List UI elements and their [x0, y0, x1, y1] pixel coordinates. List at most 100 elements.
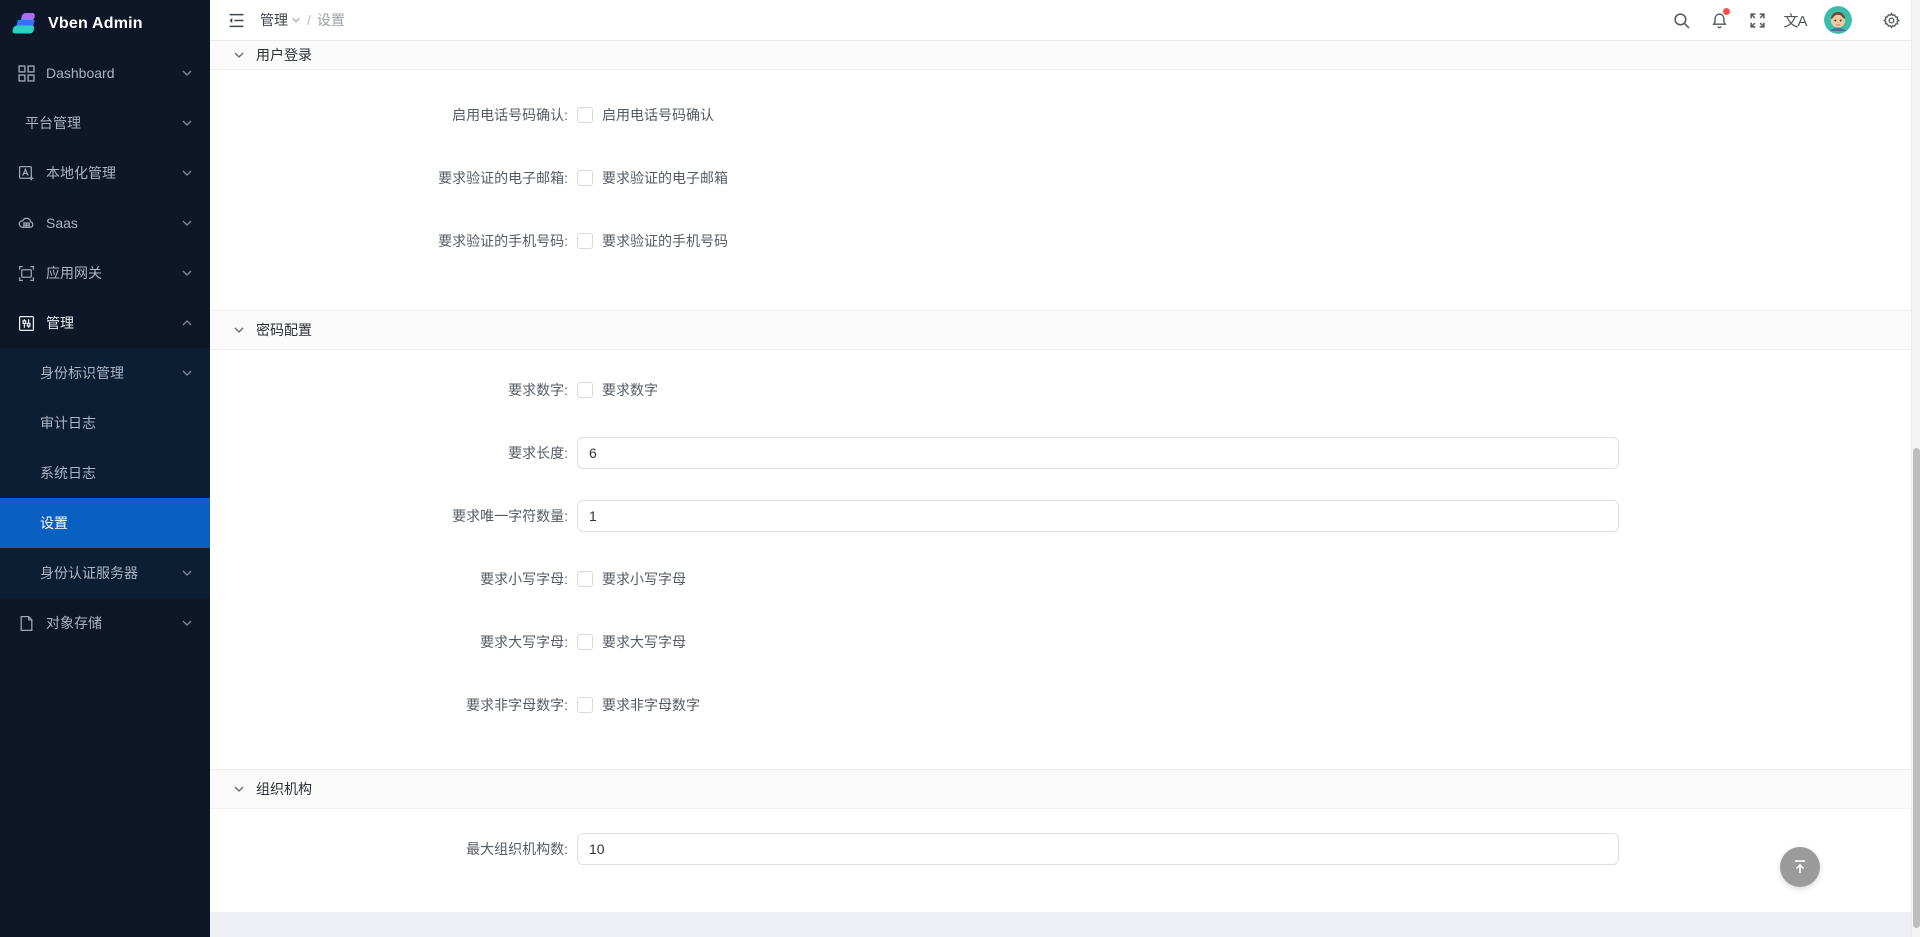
- field-label: 要求验证的手机号码:: [210, 231, 568, 251]
- field-label: 要求小写字母:: [210, 569, 568, 589]
- sidebar: Vben Admin Dashboard 平台管理 本地化管理 Saas: [0, 0, 210, 937]
- field-label: 最大组织机构数:: [210, 839, 568, 859]
- form-row: 要求小写字母: 要求小写字母: [210, 563, 1920, 595]
- chevron-down-icon: [233, 49, 245, 61]
- checkbox-label[interactable]: 启用电话号码确认: [602, 105, 714, 125]
- gateway-icon: [18, 265, 35, 282]
- sidebar-item-label: 身份认证服务器: [40, 563, 138, 583]
- breadcrumb-item-admin[interactable]: 管理: [260, 10, 301, 30]
- checkbox-label[interactable]: 要求大写字母: [602, 632, 686, 652]
- locale-icon: [18, 165, 35, 182]
- field-label: 要求非字母数字:: [210, 695, 568, 715]
- require-confirmed-phone-checkbox[interactable]: [577, 233, 593, 249]
- field-label: 启用电话号码确认:: [210, 105, 568, 125]
- chevron-down-icon: [181, 217, 193, 229]
- form-row: 启用电话号码确认: 启用电话号码确认: [210, 99, 1920, 131]
- field-label: 要求大写字母:: [210, 632, 568, 652]
- dashboard-icon: [18, 65, 35, 82]
- sidebar-item-label: 本地化管理: [46, 163, 116, 183]
- form-row: 要求验证的手机号码: 要求验证的手机号码: [210, 225, 1920, 257]
- sidebar-item-label: 对象存储: [46, 613, 102, 633]
- breadcrumb: 管理 / 设置: [260, 10, 345, 30]
- form-row: 要求唯一字符数量:: [210, 500, 1920, 532]
- checkbox-label[interactable]: 要求非字母数字: [602, 695, 700, 715]
- sidebar-item-settings[interactable]: 设置: [0, 498, 210, 548]
- required-unique-chars-input[interactable]: [577, 500, 1619, 532]
- saas-icon: [18, 215, 35, 232]
- form-row: 最大组织机构数:: [210, 833, 1920, 865]
- section-header-user-login[interactable]: 用户登录: [210, 41, 1920, 70]
- sidebar-item-gateway[interactable]: 应用网关: [0, 248, 210, 298]
- checkbox-label[interactable]: 要求验证的电子邮箱: [602, 168, 728, 188]
- sidebar-item-admin[interactable]: 管理: [0, 298, 210, 348]
- chevron-down-icon: [291, 15, 301, 25]
- require-confirmed-email-checkbox[interactable]: [577, 170, 593, 186]
- section-title: 密码配置: [256, 320, 312, 340]
- required-length-input[interactable]: [577, 437, 1619, 469]
- section-body-password-config: 要求数字: 要求数字 要求长度: 要求唯一字符数量: 要求小写字母: 要求小写字…: [210, 350, 1920, 769]
- chevron-down-icon: [233, 324, 245, 336]
- app-title: Vben Admin: [48, 15, 143, 33]
- max-organization-count-input[interactable]: [577, 833, 1619, 865]
- notification-icon[interactable]: [1704, 5, 1734, 35]
- sidebar-fold-icon[interactable]: [222, 6, 250, 34]
- checkbox-label[interactable]: 要求小写字母: [602, 569, 686, 589]
- chevron-down-icon: [181, 567, 193, 579]
- section-header-organization[interactable]: 组织机构: [210, 769, 1920, 809]
- require-non-alphanumeric-checkbox[interactable]: [577, 697, 593, 713]
- chevron-down-icon: [233, 783, 245, 795]
- chevron-down-icon: [181, 67, 193, 79]
- section-body-user-login: 启用电话号码确认: 启用电话号码确认 要求验证的电子邮箱: 要求验证的电子邮箱 …: [210, 70, 1920, 310]
- chevron-down-icon: [181, 617, 193, 629]
- form-row: 要求大写字母: 要求大写字母: [210, 626, 1920, 658]
- checkbox-label[interactable]: 要求验证的手机号码: [602, 231, 728, 251]
- sidebar-item-label: 系统日志: [40, 463, 96, 483]
- settings-page: 用户登录 启用电话号码确认: 启用电话号码确认 要求验证的电子邮箱: 要求验证的…: [210, 41, 1920, 912]
- chevron-up-icon: [181, 317, 193, 329]
- sidebar-item-label: 审计日志: [40, 413, 96, 433]
- require-lowercase-checkbox[interactable]: [577, 571, 593, 587]
- section-header-password-config[interactable]: 密码配置: [210, 310, 1920, 350]
- field-label: 要求验证的电子邮箱:: [210, 168, 568, 188]
- sidebar-item-identity-management[interactable]: 身份标识管理: [0, 348, 210, 398]
- sidebar-item-system-log[interactable]: 系统日志: [0, 448, 210, 498]
- sidebar-item-label: Saas: [46, 215, 78, 231]
- translate-icon[interactable]: 文A: [1780, 5, 1810, 35]
- chevron-down-icon: [181, 367, 193, 379]
- avatar[interactable]: [1824, 6, 1852, 34]
- sidebar-item-dashboard[interactable]: Dashboard: [0, 48, 210, 98]
- sidebar-item-saas[interactable]: Saas: [0, 198, 210, 248]
- form-row: 要求数字: 要求数字: [210, 374, 1920, 406]
- section-body-organization: 最大组织机构数:: [210, 809, 1920, 912]
- section-title: 用户登录: [256, 45, 312, 65]
- sidebar-item-label: 设置: [40, 513, 68, 533]
- require-uppercase-checkbox[interactable]: [577, 634, 593, 650]
- page-scrollbar-track[interactable]: [1911, 0, 1920, 937]
- breadcrumb-label: 管理: [260, 10, 288, 30]
- sidebar-item-object-storage[interactable]: 对象存储: [0, 598, 210, 648]
- storage-icon: [18, 615, 35, 632]
- sidebar-item-localization[interactable]: 本地化管理: [0, 148, 210, 198]
- sidebar-item-label: Dashboard: [46, 65, 115, 81]
- settings-gear-icon[interactable]: [1876, 5, 1906, 35]
- sidebar-item-identity-server[interactable]: 身份认证服务器: [0, 548, 210, 598]
- sidebar-item-audit-log[interactable]: 审计日志: [0, 398, 210, 448]
- field-label: 要求唯一字符数量:: [210, 506, 568, 526]
- fullscreen-icon[interactable]: [1742, 5, 1772, 35]
- field-label: 要求长度:: [210, 443, 568, 463]
- enable-phone-confirm-checkbox[interactable]: [577, 107, 593, 123]
- form-row: 要求长度:: [210, 437, 1920, 469]
- checkbox-label[interactable]: 要求数字: [602, 380, 658, 400]
- vben-logo-icon: [10, 9, 40, 39]
- require-digit-checkbox[interactable]: [577, 382, 593, 398]
- back-to-top-button[interactable]: [1780, 847, 1820, 887]
- app-logo[interactable]: Vben Admin: [0, 0, 210, 48]
- breadcrumb-item-settings: 设置: [317, 10, 345, 30]
- page-scrollbar-thumb[interactable]: [1913, 448, 1920, 928]
- sidebar-item-platform[interactable]: 平台管理: [0, 98, 210, 148]
- field-label: 要求数字:: [210, 380, 568, 400]
- form-row: 要求验证的电子邮箱: 要求验证的电子邮箱: [210, 162, 1920, 194]
- search-icon[interactable]: [1666, 5, 1696, 35]
- breadcrumb-separator: /: [307, 12, 311, 28]
- sidebar-item-label: 平台管理: [25, 113, 81, 133]
